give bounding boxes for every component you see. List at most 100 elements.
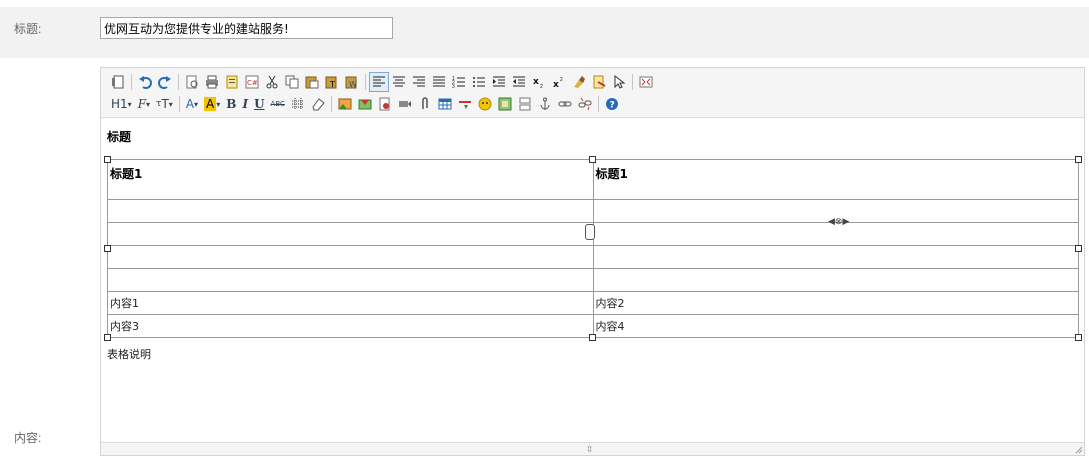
- redo-icon[interactable]: [155, 72, 175, 92]
- table-cell[interactable]: [107, 199, 594, 223]
- toolbar-row-1: C# T W 123 x2 x2: [108, 72, 656, 92]
- divider: [178, 74, 179, 90]
- paste-text-icon[interactable]: T: [322, 72, 342, 92]
- table-row: [107, 245, 1079, 269]
- table-header-row: 标题1 标题1: [107, 159, 1079, 200]
- table-cell[interactable]: 内容4: [592, 314, 1079, 338]
- code-icon[interactable]: C#: [242, 72, 262, 92]
- table-cell[interactable]: 内容2: [592, 291, 1079, 315]
- resize-handle-tl[interactable]: [104, 156, 111, 163]
- clear-format-icon[interactable]: [569, 72, 589, 92]
- forecolor-button[interactable]: A ▾: [183, 94, 201, 114]
- resize-handle-ml[interactable]: [104, 245, 111, 252]
- size-label: T: [161, 97, 169, 111]
- unordered-list-icon[interactable]: [469, 72, 489, 92]
- undo-icon[interactable]: [135, 72, 155, 92]
- ordered-list-icon[interactable]: 123: [449, 72, 469, 92]
- media-icon[interactable]: [395, 94, 415, 114]
- unlink-icon[interactable]: [575, 94, 595, 114]
- table-cell[interactable]: 内容1: [107, 291, 594, 315]
- hr-icon[interactable]: [455, 94, 475, 114]
- table-cell[interactable]: [592, 245, 1079, 269]
- print-icon[interactable]: [202, 72, 222, 92]
- italic-button[interactable]: I: [239, 94, 251, 114]
- help-icon[interactable]: ?: [602, 94, 622, 114]
- table-icon[interactable]: [435, 94, 455, 114]
- table-row: 内容1 内容2: [107, 291, 1079, 315]
- title-input[interactable]: [100, 17, 393, 39]
- image-icon[interactable]: [335, 94, 355, 114]
- hilite-label: A: [204, 97, 217, 111]
- resize-handle-bl[interactable]: [104, 334, 111, 341]
- emoticon-icon[interactable]: [475, 94, 495, 114]
- editor-toolbar: C# T W 123 x2 x2 H1 ▾ F ▾ τ T ▾ A ▾ A ▾ …: [101, 68, 1084, 118]
- line-height-icon[interactable]: [288, 94, 308, 114]
- copy-icon[interactable]: [282, 72, 302, 92]
- heading-dropdown[interactable]: H1 ▾: [108, 94, 135, 114]
- editor-content-area[interactable]: 标题 标题1 标题1 内容1 内容2 内容3 内容4 ◀⊗▶ 表格说明: [101, 119, 1084, 442]
- strike-button[interactable]: ABC: [268, 94, 288, 114]
- table-cell[interactable]: [592, 268, 1079, 292]
- subscript-icon[interactable]: x2: [529, 72, 549, 92]
- pagebreak-icon[interactable]: [515, 94, 535, 114]
- bold-button[interactable]: B: [223, 94, 239, 114]
- resize-handle-tm[interactable]: [589, 156, 596, 163]
- rich-text-editor[interactable]: C# T W 123 x2 x2 H1 ▾ F ▾ τ T ▾ A ▾ A ▾ …: [100, 67, 1085, 456]
- select-all-icon[interactable]: [589, 72, 609, 92]
- svg-text:2: 2: [540, 84, 543, 89]
- anchor-icon[interactable]: [535, 94, 555, 114]
- table-caption: 表格说明: [107, 348, 151, 361]
- table-row: [107, 268, 1079, 292]
- cursor-icon[interactable]: [609, 72, 629, 92]
- divider: [330, 96, 332, 112]
- divider: [365, 74, 366, 90]
- cut-icon[interactable]: [262, 72, 282, 92]
- fullscreen-icon[interactable]: [636, 72, 656, 92]
- indent-icon[interactable]: [489, 72, 509, 92]
- align-right-icon[interactable]: [409, 72, 429, 92]
- justify-icon[interactable]: [429, 72, 449, 92]
- table-header-cell[interactable]: 标题1: [592, 159, 1079, 200]
- resize-handle-bm[interactable]: [589, 334, 596, 341]
- font-family-dropdown[interactable]: F ▾: [135, 94, 153, 114]
- editor-statusbar: ⇳: [101, 442, 1084, 455]
- table-cell[interactable]: 内容3: [107, 314, 594, 338]
- svg-text:T: T: [329, 80, 335, 89]
- template-icon[interactable]: [222, 72, 242, 92]
- source-icon[interactable]: [108, 72, 128, 92]
- outdent-icon[interactable]: [509, 72, 529, 92]
- hilite-button[interactable]: A ▾: [201, 94, 223, 114]
- resize-handle-br[interactable]: [1075, 334, 1082, 341]
- resize-handle-tr[interactable]: [1075, 156, 1082, 163]
- resize-corner-icon[interactable]: [1075, 446, 1083, 454]
- content-table[interactable]: 标题1 标题1 内容1 内容2 内容3 内容4: [107, 159, 1079, 338]
- drag-grip-icon[interactable]: ⇳: [586, 445, 594, 454]
- document-heading: 标题: [107, 130, 132, 144]
- preview-icon[interactable]: [182, 72, 202, 92]
- divider: [597, 96, 599, 112]
- multi-image-icon[interactable]: [355, 94, 375, 114]
- eraser-icon[interactable]: [308, 94, 328, 114]
- paste-icon[interactable]: [302, 72, 322, 92]
- svg-text:2: 2: [560, 77, 563, 83]
- attachment-icon[interactable]: [415, 94, 435, 114]
- svg-text:3: 3: [452, 84, 455, 89]
- superscript-icon[interactable]: x2: [549, 72, 569, 92]
- table-cell[interactable]: [107, 222, 594, 246]
- table-cell[interactable]: [107, 245, 594, 269]
- resize-handle-mr[interactable]: [1075, 245, 1082, 252]
- flash-icon[interactable]: [375, 94, 395, 114]
- font-label: F: [137, 97, 147, 111]
- svg-text:x: x: [553, 80, 559, 89]
- table-cell[interactable]: [107, 268, 594, 292]
- link-icon[interactable]: [555, 94, 575, 114]
- svg-text:C#: C#: [247, 79, 258, 87]
- align-left-icon[interactable]: [369, 72, 389, 92]
- font-size-dropdown[interactable]: τ T ▾: [153, 94, 176, 114]
- underline-button[interactable]: U: [251, 94, 267, 114]
- paste-word-icon[interactable]: W: [342, 72, 362, 92]
- table-header-cell[interactable]: 标题1: [107, 159, 594, 200]
- map-icon[interactable]: [495, 94, 515, 114]
- chevron-down-icon: ▾: [127, 99, 132, 109]
- align-center-icon[interactable]: [389, 72, 409, 92]
